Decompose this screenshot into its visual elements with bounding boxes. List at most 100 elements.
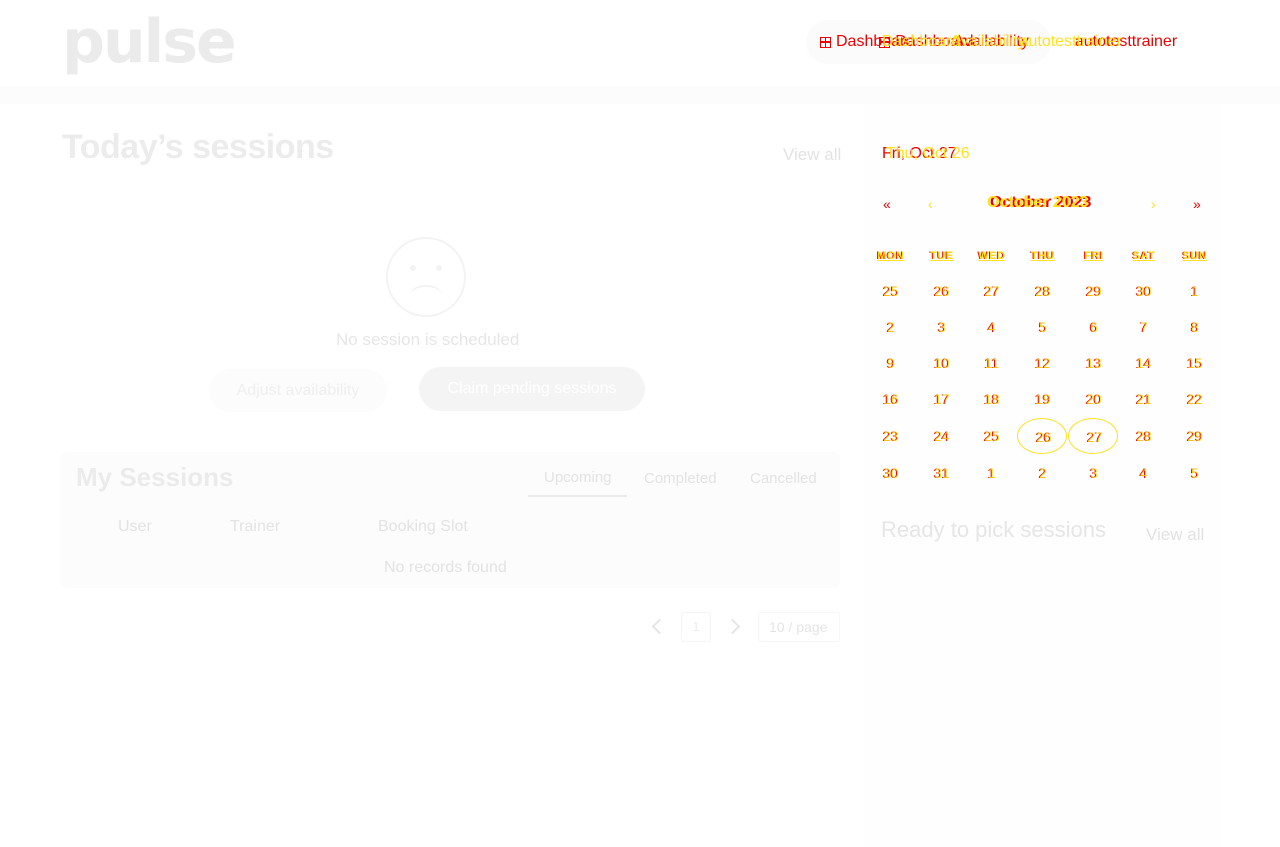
calendar-day[interactable]: 22 (867, 312, 913, 342)
calendar-day-number-yellow: 27 (1087, 429, 1103, 445)
no-session-message: No session is scheduled (336, 330, 520, 349)
calendar-day[interactable]: 25 25 (968, 421, 1014, 451)
calendar-day[interactable]: 33 (918, 312, 964, 342)
calendar-day[interactable]: 33 (1070, 458, 1116, 488)
today-view-all-link[interactable]: View all (783, 145, 841, 165)
my-sessions-title: My Sessions (76, 462, 234, 492)
calendar-day[interactable]: 12 12 (1019, 348, 1065, 378)
nav-layer-yellow: Dashboard Availability autotesttrainer (880, 20, 1122, 64)
nav-dashboard-yellow[interactable]: Dashboard (882, 33, 960, 51)
calendar-day[interactable]: 31 31 (918, 458, 964, 488)
calendar-day[interactable]: 30 30 (1120, 276, 1166, 306)
calendar-day-number-yellow: 25 (883, 283, 899, 299)
calendar-day[interactable]: 30 30 (867, 458, 913, 488)
calendar-day[interactable]: 11 (968, 458, 1014, 488)
calendar-day[interactable]: 21 21 (1120, 384, 1166, 414)
today-sessions-title: Today’s sessions (62, 128, 334, 166)
calendar-day[interactable]: 44 (968, 312, 1014, 342)
weekday-label-yellow: WED (978, 250, 1006, 262)
nav-availability-yellow[interactable]: Availability (950, 33, 1025, 51)
calendar-day[interactable]: 20 20 (1070, 384, 1116, 414)
calendar-day[interactable]: 24 24 (918, 421, 964, 451)
nav-availability-yellow-label: Availability (950, 33, 1026, 50)
calendar-day[interactable]: 11 11 (968, 348, 1014, 378)
pulse-logo[interactable]: pulse (62, 4, 237, 80)
calendar-day-number-yellow: 30 (1136, 283, 1152, 299)
sad-face-right-eye (436, 265, 442, 271)
calendar-day-number-yellow: 18 (984, 391, 1000, 407)
calendar-next-month-button[interactable]: › (1151, 196, 1156, 212)
calendar-day[interactable]: 27 27 (968, 276, 1014, 306)
nav-user-yellow-label: autotesttrainer (1019, 33, 1122, 50)
nav-dashboard-yellow-label: Dashboard (882, 33, 961, 50)
calendar-day[interactable]: 14 14 (1120, 348, 1166, 378)
weekday-label-yellow: SUN (1182, 250, 1208, 262)
calendar-day-number-yellow: 15 (1187, 355, 1203, 371)
calendar-day[interactable]: 28 28 (1120, 421, 1166, 451)
calendar-day[interactable]: 22 22 (1171, 384, 1217, 414)
nav-user-yellow[interactable]: autotesttrainer (1020, 33, 1122, 51)
calendar-day[interactable]: 10 10 (918, 348, 964, 378)
calendar-day-number-yellow: 23 (883, 428, 899, 444)
calendar-day[interactable]: 17 17 (918, 384, 964, 414)
calendar-day[interactable]: 26 26 (918, 276, 964, 306)
tab-completed[interactable]: Completed (644, 470, 717, 487)
calendar-day-number-yellow: 30 (883, 465, 899, 481)
calendar-day-number-yellow: 26 (934, 283, 950, 299)
calendar-prev-month-button[interactable]: ‹ (928, 196, 933, 212)
no-records-message: No records found (384, 559, 507, 576)
calendar-day-number-yellow: 13 (1086, 355, 1102, 371)
tab-upcoming[interactable]: Upcoming (544, 469, 612, 486)
tab-cancelled[interactable]: Cancelled (750, 470, 817, 487)
ready-view-all-link[interactable]: View all (1146, 525, 1204, 545)
calendar-day[interactable]: 28 28 (1019, 276, 1065, 306)
calendar-next-year-button[interactable]: » (1193, 196, 1201, 212)
calendar-day-number-yellow: 10 (934, 355, 950, 371)
sad-face-icon (386, 237, 466, 317)
calendar-day[interactable]: 77 (1120, 312, 1166, 342)
calendar-day[interactable]: 22 (1019, 458, 1065, 488)
claim-pending-sessions-button[interactable]: Claim pending sessions (419, 367, 645, 411)
chevron-left-icon (651, 618, 668, 635)
column-header-booking-slot[interactable]: Booking Slot (378, 518, 468, 536)
calendar-day[interactable]: 13 13 (1070, 348, 1116, 378)
calendar-day[interactable]: 55 (1019, 312, 1065, 342)
calendar-day-number-yellow: 29 (1187, 428, 1203, 444)
column-header-trainer[interactable]: Trainer (230, 518, 280, 536)
calendar-day[interactable]: 88 (1171, 312, 1217, 342)
dashboard-icon (820, 36, 831, 48)
calendar-day-number-yellow: 16 (883, 391, 899, 407)
column-header-user[interactable]: User (118, 518, 152, 536)
calendar-day-number-yellow: 29 (1086, 283, 1102, 299)
calendar-day[interactable]: 25 25 (867, 276, 913, 306)
pagination-page-1[interactable]: 1 (681, 612, 711, 642)
calendar-day[interactable]: 16 16 (867, 384, 913, 414)
calendar-day[interactable]: 66 (1070, 312, 1116, 342)
top-nav: Dashboard Dashboard Availability autotes… (806, 20, 1280, 64)
calendar-day[interactable]: 18 18 (968, 384, 1014, 414)
calendar-day-selected[interactable]: 27 27 (1068, 418, 1118, 454)
pagination-next-button[interactable] (720, 612, 750, 642)
page-size-select[interactable]: 10 / page (758, 612, 840, 642)
calendar-day[interactable]: 99 (867, 348, 913, 378)
adjust-availability-button[interactable]: Adjust availability (209, 369, 387, 412)
calendar-day[interactable]: 11 (1171, 276, 1217, 306)
calendar-day[interactable]: 29 29 (1171, 421, 1217, 451)
sad-face-left-eye (410, 265, 416, 271)
calendar-prev-year-button[interactable]: « (883, 196, 891, 212)
calendar-day[interactable]: 44 (1120, 458, 1166, 488)
calendar-day[interactable]: 55 (1171, 458, 1217, 488)
calendar-day-number-yellow: 22 (1187, 391, 1203, 407)
calendar-day-number-yellow: 25 (984, 428, 1000, 444)
calendar-day[interactable]: 15 15 (1171, 348, 1217, 378)
pagination-prev-button[interactable] (642, 612, 672, 642)
chevron-right-icon (724, 618, 741, 635)
calendar-day-number-yellow: 7 (1140, 319, 1148, 335)
calendar-day[interactable]: 19 19 (1019, 384, 1065, 414)
calendar-day-number-yellow: 5 (1191, 465, 1199, 481)
calendar-day-number-yellow: 1 (1191, 283, 1199, 299)
calendar-day[interactable]: 23 23 (867, 421, 913, 451)
calendar-day[interactable]: 29 29 (1070, 276, 1116, 306)
calendar-day-number-yellow: 4 (988, 319, 996, 335)
calendar-day-selected[interactable]: 26 26 (1017, 418, 1067, 454)
